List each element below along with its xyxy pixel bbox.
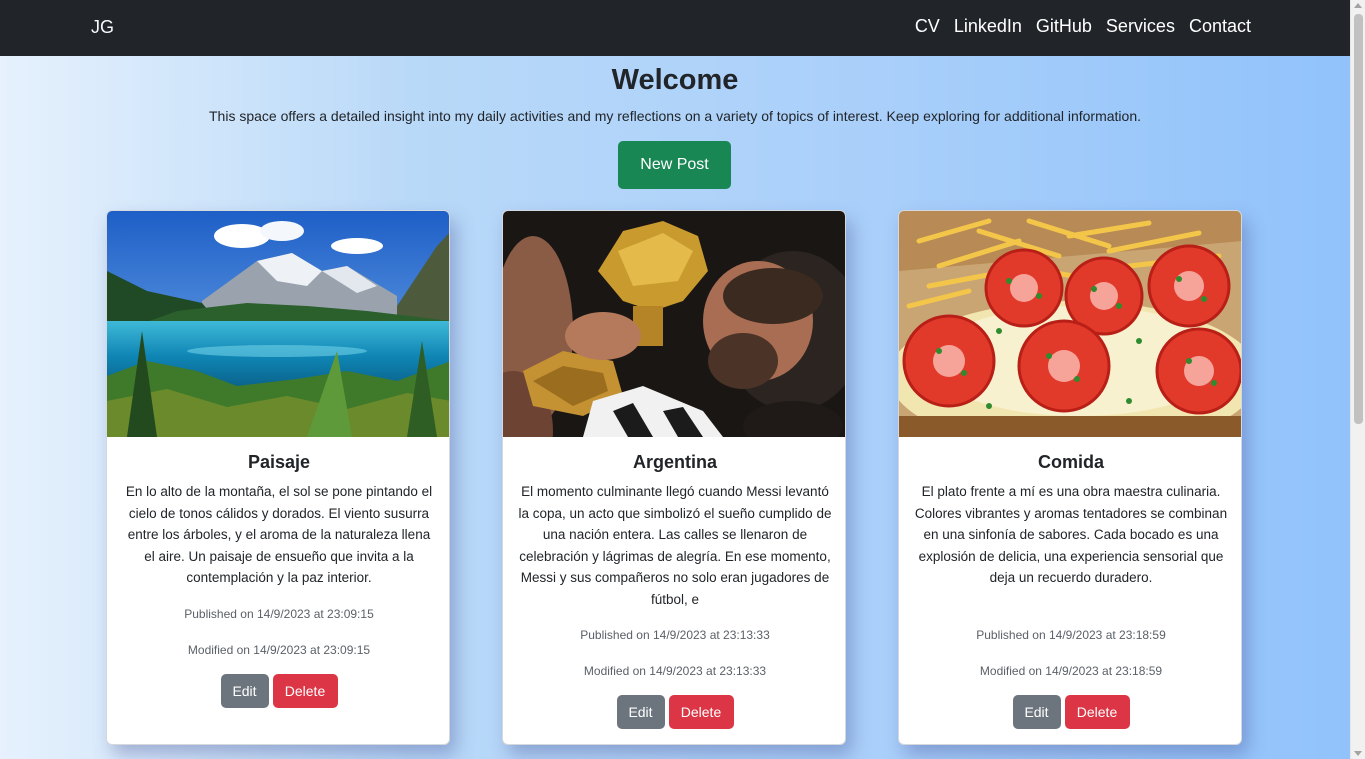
post-title: Argentina: [632, 452, 717, 472]
nav-link-github[interactable]: GitHub: [1036, 16, 1092, 37]
delete-button[interactable]: Delete: [272, 674, 338, 708]
post-actions: Edit Delete: [107, 674, 449, 708]
post-title: Paisaje: [247, 452, 311, 472]
brand-logo[interactable]: JG: [91, 17, 114, 38]
edit-button[interactable]: Edit: [1012, 695, 1061, 729]
post-title: Comida: [1037, 452, 1104, 472]
post-body: El momento culminante llegó cuando Messi…: [518, 484, 832, 607]
post-published-date: Published on 14/9/2023 at 23:18:59: [976, 628, 1166, 642]
navbar: JG CV LinkedIn GitHub Services Contact: [0, 0, 1350, 56]
post-published-date: Published on 14/9/2023 at 23:09:15: [184, 607, 374, 621]
nav-link-linkedin[interactable]: LinkedIn: [954, 16, 1022, 37]
post-image-comida: [899, 211, 1241, 437]
post-actions: Edit Delete: [899, 695, 1241, 729]
page-title: Welcome: [611, 64, 739, 96]
nav-links: CV LinkedIn GitHub Services Contact: [915, 16, 1251, 37]
nav-link-contact[interactable]: Contact: [1189, 16, 1251, 37]
page-scrollbar[interactable]: [1350, 0, 1365, 759]
post-modified-date: Modified on 14/9/2023 at 23:09:15: [187, 643, 371, 657]
scrollbar-thumb[interactable]: [1354, 14, 1363, 424]
delete-button[interactable]: Delete: [668, 695, 734, 729]
edit-button[interactable]: Edit: [616, 695, 665, 729]
post-body: El plato frente a mí es una obra maestra…: [914, 484, 1228, 586]
post-modified-date: Modified on 14/9/2023 at 23:13:33: [583, 664, 767, 678]
post-card-comida: Comida El plato frente a mí es una obra …: [898, 210, 1242, 745]
post-image-paisaje: [107, 211, 449, 437]
scroll-down-icon[interactable]: [1354, 751, 1362, 756]
delete-button[interactable]: Delete: [1064, 695, 1130, 729]
edit-button[interactable]: Edit: [220, 674, 269, 708]
post-image-argentina: [503, 211, 845, 437]
post-body: En lo alto de la montaña, el sol se pone…: [125, 484, 433, 586]
post-modified-date: Modified on 14/9/2023 at 23:18:59: [979, 664, 1163, 678]
nav-link-cv[interactable]: CV: [915, 16, 940, 37]
post-card-argentina: Argentina El momento culminante llegó cu…: [502, 210, 846, 745]
nav-link-services[interactable]: Services: [1106, 16, 1175, 37]
post-card-paisaje: Paisaje En lo alto de la montaña, el sol…: [106, 210, 450, 745]
post-actions: Edit Delete: [503, 695, 845, 729]
page-subtitle: This space offers a detailed insight int…: [209, 108, 1141, 124]
post-published-date: Published on 14/9/2023 at 23:13:33: [580, 628, 770, 642]
new-post-button[interactable]: New Post: [618, 141, 731, 189]
scroll-up-icon[interactable]: [1354, 3, 1362, 8]
